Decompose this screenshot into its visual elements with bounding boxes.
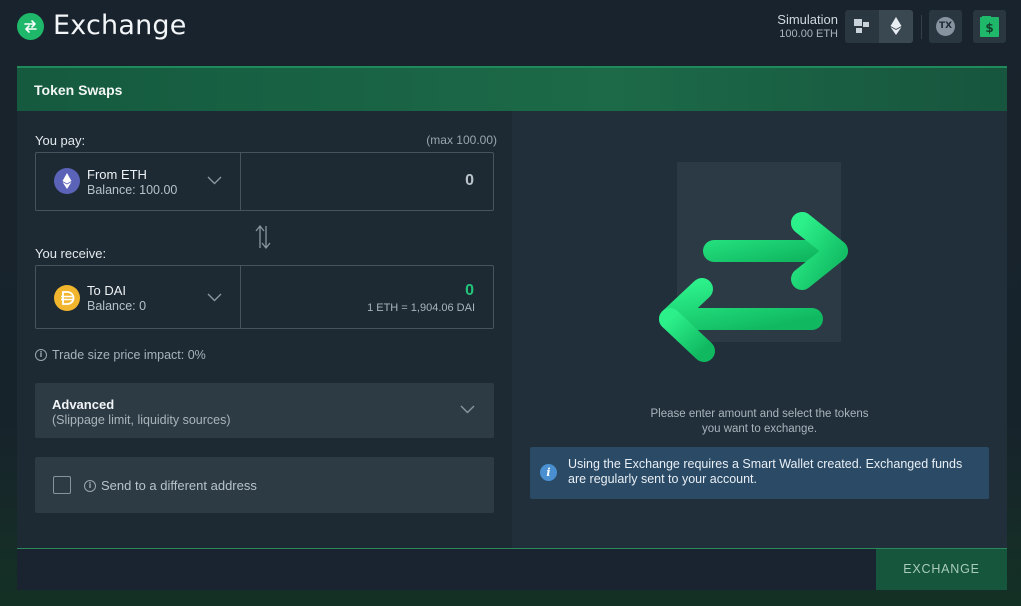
from-token-name: From ETH — [87, 167, 147, 182]
receive-box: To DAI Balance: 0 0 1 ETH = 1,904.06 DAI — [35, 265, 494, 329]
max-amount-link[interactable]: (max 100.00) — [426, 133, 497, 147]
pay-amount-input[interactable]: 0 — [241, 153, 493, 210]
tx-icon: TX — [936, 17, 955, 36]
receive-amount-field: 0 1 ETH = 1,904.06 DAI — [241, 266, 493, 328]
exchange-logo-icon — [17, 13, 44, 40]
chevron-down-icon — [207, 293, 222, 302]
from-token-select[interactable]: From ETH Balance: 100.00 — [36, 153, 241, 210]
simulation-balance: 100.00 ETH — [779, 28, 838, 40]
dai-icon — [54, 285, 80, 311]
price-impact: i Trade size price impact: 0% — [35, 348, 206, 362]
advanced-subtitle: (Slippage limit, liquidity sources) — [52, 413, 231, 427]
smart-wallet-button[interactable]: $ — [973, 10, 1006, 43]
smart-wallet-notice: i Using the Exchange requires a Smart Wa… — [530, 447, 989, 499]
eth-icon — [54, 168, 80, 194]
network-chain-button[interactable] — [845, 10, 879, 43]
info-icon: i — [84, 479, 96, 492]
send-address-label-wrap: i Send to a different address — [84, 478, 257, 493]
send-address-section: i Send to a different address — [35, 457, 494, 513]
to-token-name: To DAI — [87, 283, 127, 298]
svg-text:$: $ — [985, 21, 993, 35]
send-address-checkbox[interactable] — [53, 476, 71, 494]
wallet-icon: $ — [980, 16, 999, 37]
exchange-rate: 1 ETH = 1,904.06 DAI — [367, 302, 475, 314]
advanced-section[interactable]: Advanced (Slippage limit, liquidity sour… — [35, 383, 494, 438]
advanced-title: Advanced — [52, 397, 115, 412]
to-token-select[interactable]: To DAI Balance: 0 — [36, 266, 241, 328]
pay-box: From ETH Balance: 100.00 0 — [35, 152, 494, 211]
chain-network-icon — [854, 19, 869, 33]
info-pane: Please enter amount and select the token… — [512, 111, 1007, 548]
page-title: Exchange — [53, 10, 187, 41]
network-eth-button[interactable] — [879, 10, 913, 43]
exchange-button[interactable]: EXCHANGE — [876, 549, 1007, 590]
pay-amount-value: 0 — [465, 172, 474, 189]
from-token-balance: Balance: 100.00 — [87, 183, 178, 197]
top-header: Exchange Simulation 100.00 ETH TX $ — [0, 0, 1021, 56]
network-toggle — [845, 10, 913, 43]
swap-form: You pay: (max 100.00) From ETH Balance: … — [17, 111, 512, 548]
panel-footer: EXCHANGE — [17, 548, 1007, 590]
receive-amount-value: 0 — [465, 282, 474, 299]
send-address-label: Send to a different address — [101, 478, 257, 493]
ethereum-icon — [890, 17, 902, 35]
chevron-down-icon — [207, 176, 222, 185]
info-icon: i — [35, 349, 47, 361]
exchange-arrows-illustration — [659, 212, 848, 362]
token-swaps-panel: Token Swaps You pay: (max 100.00) From E… — [17, 66, 1007, 590]
swap-direction-icon[interactable] — [255, 224, 271, 250]
you-pay-label: You pay: — [35, 133, 86, 148]
header-divider — [921, 15, 922, 39]
instruction-hint: Please enter amount and select the token… — [650, 408, 869, 435]
info-icon: i — [540, 464, 557, 481]
panel-header: Token Swaps — [17, 66, 1007, 111]
simulation-label: Simulation — [777, 12, 838, 27]
chevron-down-icon — [460, 405, 475, 414]
panel-title: Token Swaps — [34, 82, 123, 98]
transactions-button[interactable]: TX — [929, 10, 962, 43]
notice-text: Using the Exchange requires a Smart Wall… — [568, 457, 963, 486]
you-receive-label: You receive: — [35, 246, 107, 261]
price-impact-label: Trade size price impact: 0% — [52, 348, 206, 362]
to-token-balance: Balance: 0 — [87, 299, 147, 313]
